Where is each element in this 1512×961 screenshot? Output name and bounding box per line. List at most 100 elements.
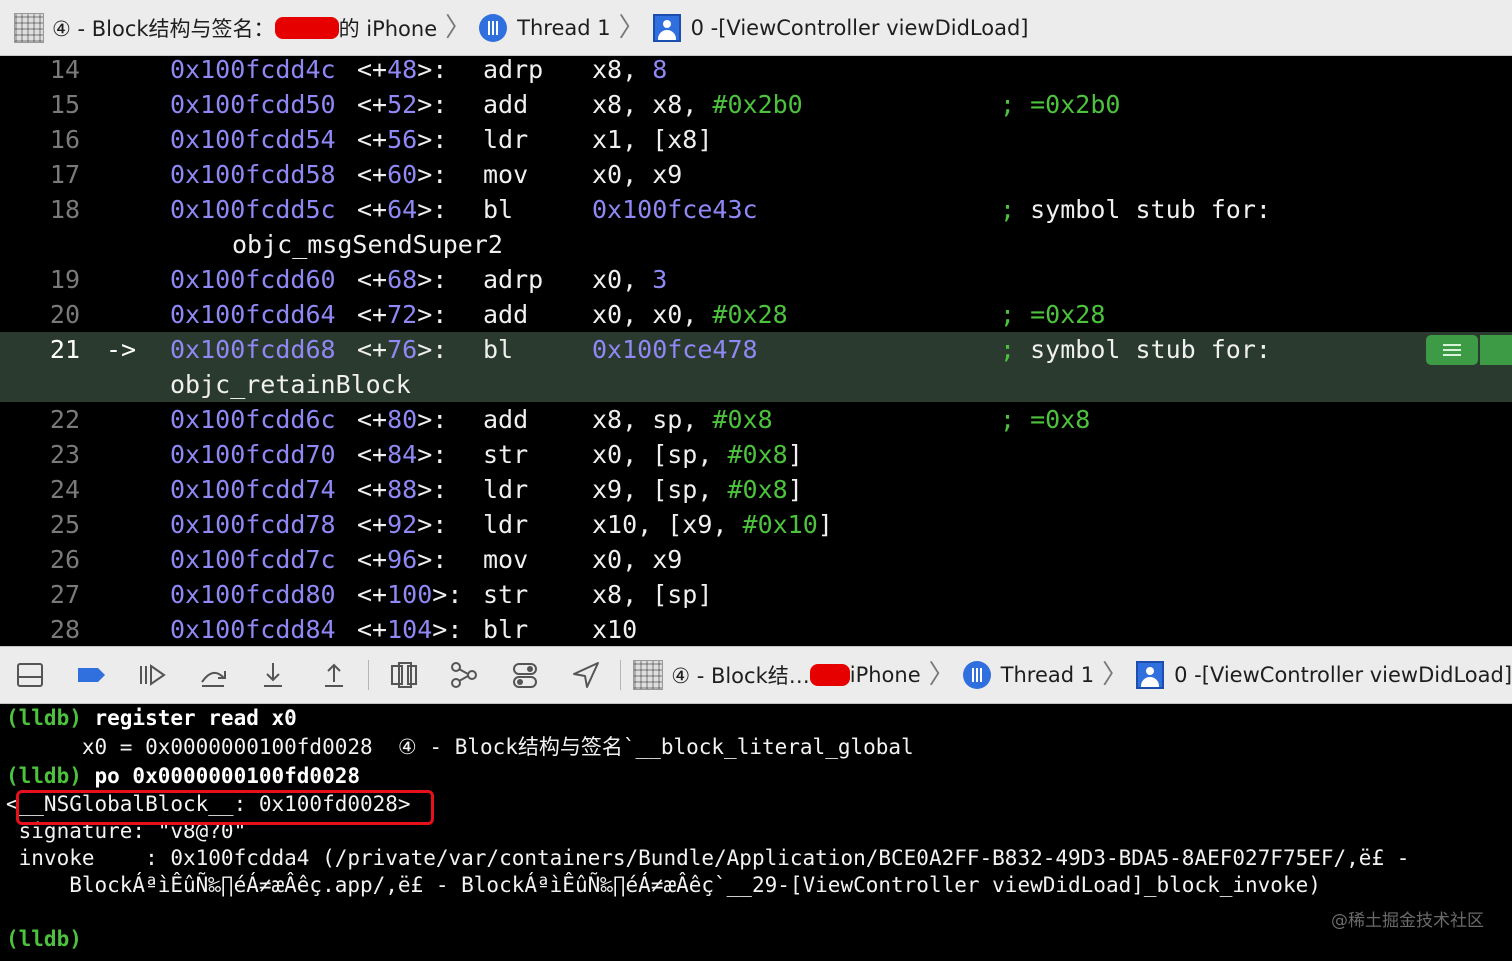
breakpoint-marker[interactable]	[1480, 335, 1512, 365]
line-number: 26	[49, 545, 80, 574]
step-over-button[interactable]	[182, 647, 243, 703]
mnemonic: add	[483, 90, 529, 119]
memory-graph-icon	[451, 662, 478, 688]
thread-label: Thread 1	[1000, 663, 1095, 687]
toolbar-divider	[620, 660, 622, 690]
offset-close: >:	[417, 56, 448, 84]
jump-bar-frame[interactable]: 0 -[ViewController viewDidLoad]	[652, 13, 1029, 42]
jump-bar-thread[interactable]: Thread 1	[479, 13, 611, 42]
redaction-mark	[809, 664, 850, 686]
debug-jump-bar-target[interactable]: ④ - Block结… iPhone	[633, 660, 921, 690]
operands: x0, [sp, #0x8]	[592, 437, 803, 472]
line-number: 23	[49, 440, 80, 469]
operands: 0x100fce478	[592, 332, 758, 367]
disassembly-row: 17 0x100fcdd58 <+60>: mov x0, x9	[0, 157, 1512, 192]
comment-value: =0x28	[1030, 300, 1106, 329]
operand-immediate: #0x8	[712, 405, 773, 434]
mnemonic: add	[483, 300, 529, 329]
step-out-button[interactable]	[304, 647, 365, 703]
continue-button[interactable]	[121, 647, 182, 703]
disassembly-row: 19 0x100fcdd60 <+68>: adrp x0, 3	[0, 262, 1512, 297]
redaction-mark	[274, 16, 339, 39]
instruction-comment: ; =0x2b0	[1000, 87, 1120, 122]
operands: x8, x8, #0x2b0	[592, 87, 803, 122]
offset-close: >:	[417, 160, 448, 189]
operand-text: x10, [x9,	[592, 510, 743, 539]
offset-value: 88	[387, 475, 418, 504]
offset-open: <+	[357, 265, 388, 294]
offset-value: 92	[387, 510, 418, 539]
comment-semicolon: ;	[1000, 405, 1016, 434]
mnemonic: add	[483, 405, 529, 434]
environment-overrides-button[interactable]	[495, 647, 556, 703]
line-number: 15	[49, 90, 80, 119]
operands: x8, [sp]	[592, 577, 712, 612]
offset-close: >:	[432, 580, 463, 609]
disassembly-row: 18 0x100fcdd5c <+64>: bl 0x100fce43c; symbol…	[0, 192, 1512, 227]
simulate-location-button[interactable]	[555, 647, 616, 703]
operands: x9, [sp, #0x8]	[592, 472, 803, 507]
disassembly-row: 15 0x100fcdd50 <+52>: add x8, x8, #0x2b0; =0…	[0, 87, 1512, 122]
jump-bar: ④ - Block结构与签名： 的 iPhone 〉 Thread 1 〉 0 …	[0, 0, 1512, 56]
hide-debug-area-button[interactable]	[0, 647, 61, 703]
comment-semicolon: ;	[1000, 300, 1016, 329]
instruction-comment: ; =0x8	[1000, 402, 1090, 437]
breakpoint-options-button[interactable]	[1426, 335, 1478, 365]
instruction-offset: <+68>:	[357, 262, 447, 297]
instruction-offset: <+72>:	[357, 297, 447, 332]
target-label: ④ - Block结构与签名：	[52, 16, 275, 41]
instruction-address: 0x100fcdd60	[170, 265, 336, 294]
target-icon	[633, 660, 664, 690]
line-number: 27	[49, 580, 80, 609]
offset-open: <+	[357, 545, 388, 574]
mnemonic: mov	[483, 160, 529, 189]
operand-number: 0x100fce43c	[592, 195, 758, 224]
operands: x0, x9	[592, 542, 682, 577]
current-instruction-row: 21 -> 0x100fcdd68 <+76>: bl 0x100fce478; symb…	[0, 332, 1512, 402]
view-hierarchy-button[interactable]	[373, 647, 434, 703]
offset-open: <+	[357, 335, 388, 364]
lldb-console[interactable]: (lldb) register read x0 x0 = 0x000000010…	[0, 704, 1512, 961]
disassembly-row: 26 0x100fcdd7c <+96>: mov x0, x9	[0, 542, 1512, 577]
offset-open: <+	[357, 160, 388, 189]
instruction-comment: ; =0x28	[1000, 297, 1105, 332]
offset-value: 52	[387, 90, 418, 119]
instruction-address: 0x100fcdd50	[170, 90, 336, 119]
mnemonic: adrp	[483, 265, 544, 294]
instruction-address: 0x100fcdd84	[170, 615, 336, 644]
instruction-offset: <+96>:	[357, 542, 447, 577]
operand-text: x0, [sp,	[592, 440, 728, 469]
disassembly-view[interactable]: 14 0x100fcdd4c <+48>: adrp x8, 8 15 0x100fcdd5…	[0, 56, 1512, 646]
debug-jump-bar-thread[interactable]: Thread 1	[962, 661, 1095, 689]
chevron-right-icon: 〉	[1102, 660, 1129, 690]
target-label: ④ - Block结…	[671, 664, 810, 688]
chevron-right-icon: 〉	[928, 660, 955, 690]
debug-jump-bar-frame[interactable]: 0 -[ViewController viewDidLoad]	[1136, 661, 1512, 689]
operand-text: x0, x9	[592, 160, 683, 189]
operands: 0x100fce43c	[592, 192, 758, 227]
offset-open: <+	[357, 56, 388, 84]
step-into-button[interactable]	[243, 647, 304, 703]
operand-immediate: #0x8	[727, 475, 788, 504]
offset-value: 104	[387, 615, 433, 644]
breakpoints-toggle-button[interactable]	[61, 647, 122, 703]
operand-immediate: #0x10	[742, 510, 818, 539]
line-number: 14	[49, 56, 80, 84]
operand-immediate: #0x8	[727, 440, 788, 469]
operand-immediate: #0x2b0	[712, 90, 803, 119]
offset-value: 60	[387, 160, 418, 189]
jump-bar-target[interactable]: ④ - Block结构与签名： 的 iPhone	[14, 12, 437, 43]
offset-open: <+	[357, 90, 388, 119]
toolbar-divider	[368, 660, 370, 690]
instruction-offset: <+76>:	[357, 332, 447, 367]
offset-value: 68	[387, 265, 418, 294]
offset-open: <+	[357, 195, 388, 224]
stack-frame-icon	[1136, 661, 1165, 689]
offset-close: >:	[417, 265, 448, 294]
memory-graph-button[interactable]	[434, 647, 495, 703]
offset-close: >:	[432, 615, 463, 644]
console-line: (lldb) po 0x0000000100fd0028	[6, 762, 360, 790]
offset-open: <+	[357, 510, 388, 539]
instruction-address: 0x100fcdd74	[170, 475, 336, 504]
instruction-address: 0x100fcdd78	[170, 510, 336, 539]
